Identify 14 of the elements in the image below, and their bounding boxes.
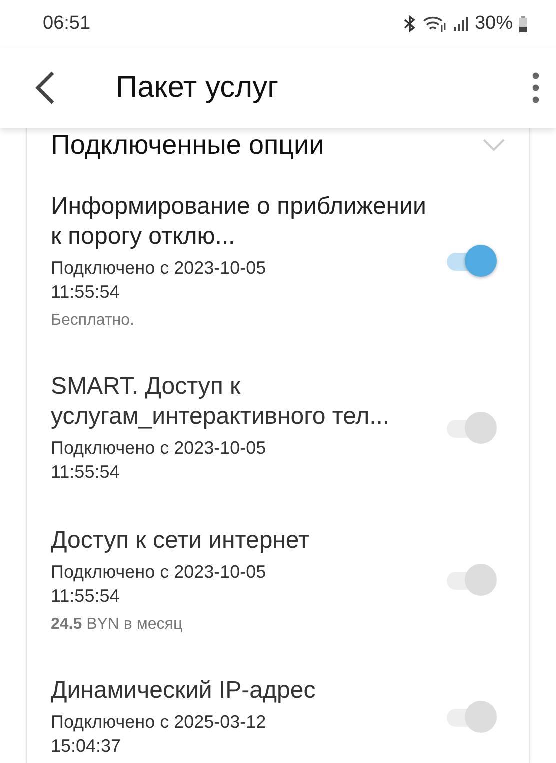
- option-title: SMART. Доступ к услугам_интерактивного тел...: [51, 372, 391, 432]
- battery-level: 30%: [474, 13, 513, 35]
- status-time: 06:51: [43, 13, 91, 35]
- price-note: Бесплатно.: [51, 312, 136, 330]
- connected-since: Подключено с 2023-10-05 11:55:54: [51, 437, 268, 484]
- section-title: Подключенные опции: [51, 130, 324, 160]
- option-title: Информирование о приближении к порогу отклю...: [51, 192, 427, 252]
- option-title: Динамический IP-адрес: [51, 676, 317, 706]
- option-title: Доступ к сети интернет: [51, 526, 310, 556]
- connected-since: Подключено с 2023-10-05 11:55:54: [51, 561, 268, 608]
- connected-since: Подключено с 2025-03-12 15:04:37: [51, 711, 268, 758]
- price-note: 24.5 BYN в месяц: [51, 616, 184, 634]
- connected-since: Подключено с 2023-10-05 11:55:54: [51, 257, 268, 304]
- page-title: Пакет услуг: [116, 71, 280, 105]
